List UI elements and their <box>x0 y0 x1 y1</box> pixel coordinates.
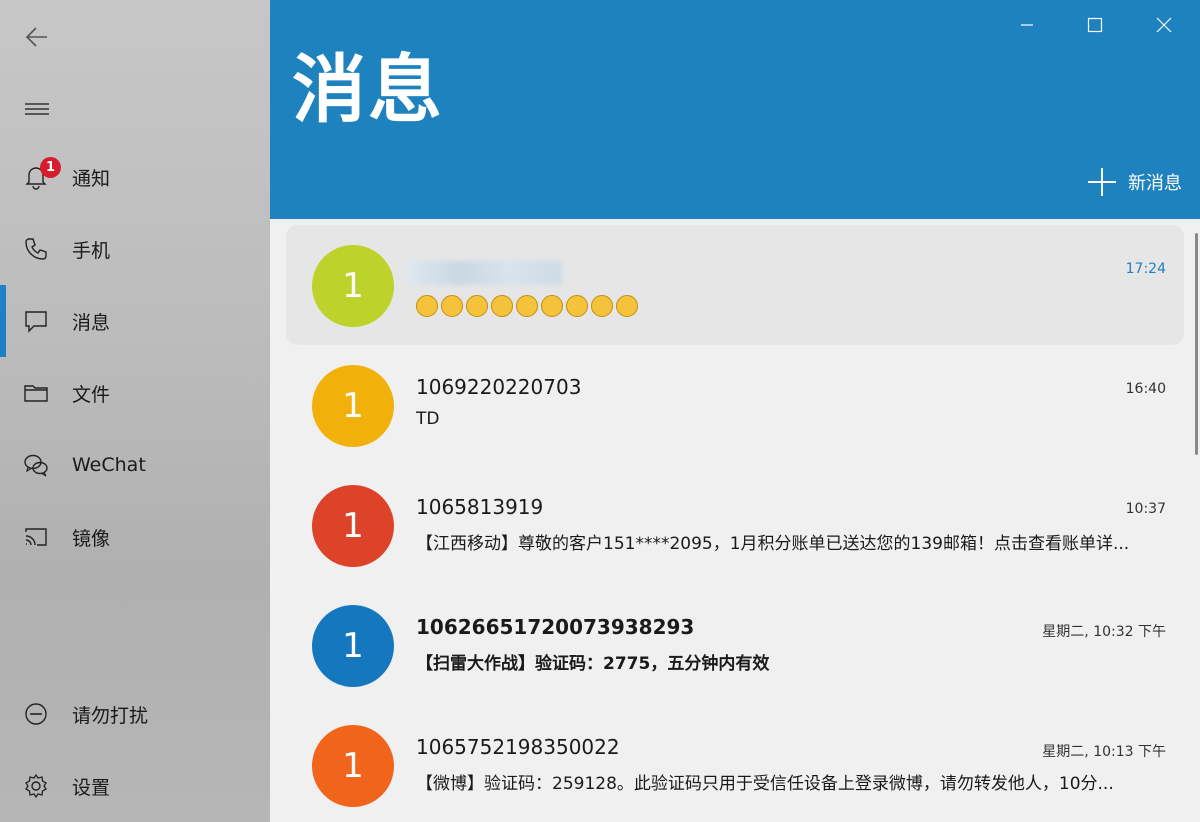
wechat-icon <box>22 451 50 479</box>
unamused-emoji-icon <box>566 295 588 317</box>
avatar: 1 <box>312 725 394 807</box>
avatar: 1 <box>312 245 394 327</box>
hamburger-icon <box>25 103 49 115</box>
plus-icon <box>1088 168 1116 196</box>
message-preview: TD <box>416 409 440 429</box>
nav-label: 请勿打扰 <box>72 704 149 727</box>
nav-item-files[interactable]: 文件 <box>0 365 270 421</box>
do-not-disturb-icon <box>22 700 50 728</box>
message-row[interactable]: 1 1065752198350022 【微博】验证码：259128。此验证码只用… <box>286 705 1184 822</box>
notification-badge: 1 <box>40 157 61 178</box>
message-icon <box>22 307 50 335</box>
message-preview: 【扫雷大作战】验证码：2775，五分钟内有效 <box>416 654 770 674</box>
close-icon <box>1156 17 1172 33</box>
downcast-sweat-emoji-icon <box>616 295 638 317</box>
emoji-preview <box>416 295 638 317</box>
menu-button[interactable] <box>22 94 52 124</box>
message-row[interactable]: 1 10626651720073938293 【扫雷大作战】验证码：2775，五… <box>286 585 1184 705</box>
message-preview: 【江西移动】尊敬的客户151****2095，1月积分账单已送达您的139邮箱！… <box>416 534 1130 554</box>
message-row[interactable]: 1 1065813919 【江西移动】尊敬的客户151****2095，1月积分… <box>286 465 1184 585</box>
message-preview: 【微博】验证码：259128。此验证码只用于受信任设备上登录微博，请勿转发他人，… <box>416 774 1114 794</box>
message-row[interactable]: 1 17:24 <box>286 225 1184 345</box>
avatar: 1 <box>312 605 394 687</box>
relieved-emoji-icon <box>491 295 513 317</box>
grinning-emoji-icon <box>416 295 438 317</box>
close-button[interactable] <box>1147 10 1181 40</box>
message-time: 17:24 <box>1125 261 1166 277</box>
nav-item-messages[interactable]: 消息 <box>0 285 270 357</box>
nav-item-do-not-disturb[interactable]: 请勿打扰 <box>0 686 270 742</box>
heart-eyes-emoji-icon <box>516 295 538 317</box>
minimize-icon <box>1021 24 1033 26</box>
nav-item-wechat[interactable]: WeChat <box>0 437 270 493</box>
tears-of-joy-emoji-icon <box>441 295 463 317</box>
sender-name: 1069220220703 <box>416 375 582 399</box>
redacted-sender-name <box>408 261 562 285</box>
minimize-button[interactable] <box>1010 10 1044 40</box>
message-list[interactable]: 1 17:24 1 1069220220703 TD 16:40 1 10658… <box>270 219 1200 822</box>
nav-label: 通知 <box>72 167 111 190</box>
sweat-emoji-icon <box>591 295 613 317</box>
cast-icon <box>22 523 50 551</box>
navigation-pane: 1 通知 手机 消息 文件 WeChat 镜像 请勿打扰 设置 <box>0 0 270 822</box>
nav-label: 镜像 <box>72 527 111 550</box>
message-time: 10:37 <box>1125 501 1166 517</box>
folder-icon <box>22 379 50 407</box>
back-button[interactable] <box>22 22 52 52</box>
nav-label: WeChat <box>72 454 146 476</box>
new-message-label: 新消息 <box>1128 173 1182 194</box>
phone-icon <box>22 235 50 263</box>
avatar: 1 <box>312 365 394 447</box>
nav-label: 文件 <box>72 383 111 406</box>
message-time: 星期二, 10:32 下午 <box>1042 624 1166 640</box>
back-arrow-icon <box>25 27 47 47</box>
page-title: 消息 <box>292 47 444 133</box>
nav-item-mirror[interactable]: 镜像 <box>0 509 270 565</box>
nav-item-settings[interactable]: 设置 <box>0 758 270 814</box>
message-time: 星期二, 10:13 下午 <box>1042 744 1166 760</box>
avatar: 1 <box>312 485 394 567</box>
active-indicator <box>0 285 6 357</box>
nav-label: 消息 <box>72 311 111 334</box>
nav-label: 设置 <box>72 776 111 799</box>
nav-label: 手机 <box>72 239 111 262</box>
nav-item-phone[interactable]: 手机 <box>0 221 270 277</box>
smirk-emoji-icon <box>541 295 563 317</box>
maximize-button[interactable] <box>1078 10 1112 40</box>
smiley-emoji-icon <box>466 295 488 317</box>
sender-name: 10626651720073938293 <box>416 615 695 639</box>
new-message-button[interactable]: 新消息 <box>1086 166 1182 198</box>
header: 消息 新消息 <box>270 0 1200 219</box>
message-row[interactable]: 1 1069220220703 TD 16:40 <box>286 345 1184 465</box>
scrollbar[interactable] <box>1195 233 1198 455</box>
maximize-icon <box>1087 17 1103 33</box>
message-time: 16:40 <box>1125 381 1166 397</box>
sender-name: 1065813919 <box>416 495 544 519</box>
sender-name: 1065752198350022 <box>416 735 620 759</box>
nav-item-notifications[interactable]: 1 通知 <box>0 149 270 205</box>
gear-icon <box>22 772 50 800</box>
